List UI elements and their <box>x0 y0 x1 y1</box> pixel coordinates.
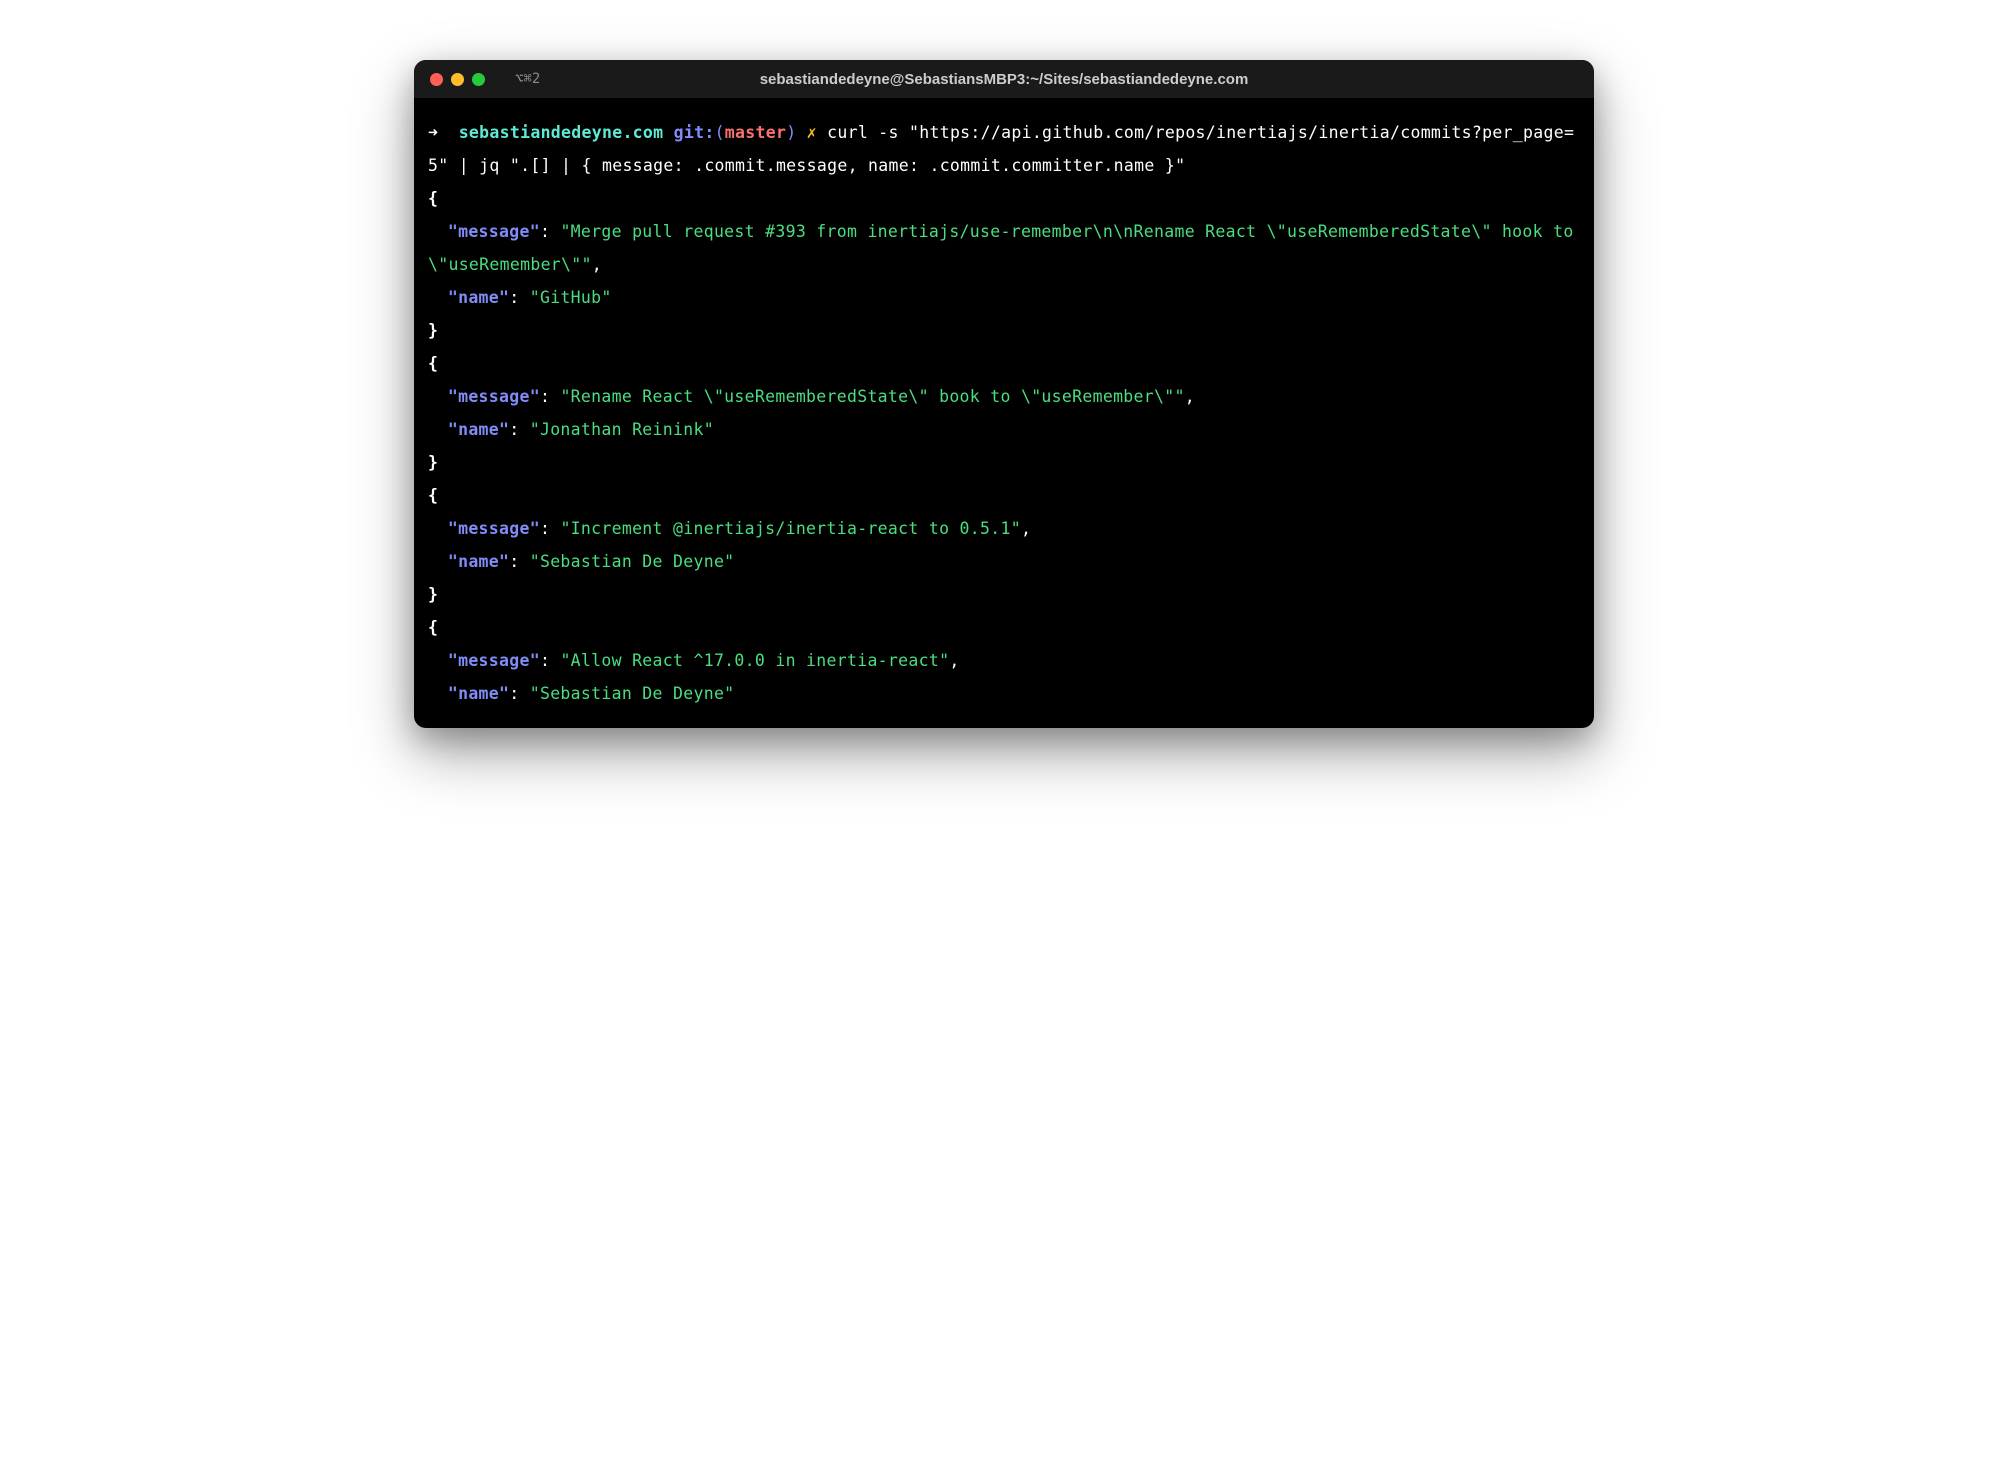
git-close-paren: ) <box>786 123 796 142</box>
json-close-brace: } <box>428 314 1580 347</box>
traffic-lights <box>430 73 485 86</box>
json-value-message: "Increment @inertiajs/inertia-react to 0… <box>560 519 1021 538</box>
tab-indicator: ⌥⌘2 <box>515 71 540 87</box>
json-value-name: "GitHub" <box>530 288 612 307</box>
json-value-name: "Sebastian De Deyne" <box>530 684 735 703</box>
json-name-line: "name": "GitHub" <box>428 281 1580 314</box>
json-output: {"message": "Merge pull request #393 fro… <box>428 182 1580 710</box>
json-name-line: "name": "Sebastian De Deyne" <box>428 677 1580 710</box>
prompt-arrow: ➜ <box>428 123 438 142</box>
json-key: "name" <box>448 420 509 439</box>
json-key: "message" <box>448 519 540 538</box>
json-key: "message" <box>448 651 540 670</box>
git-open-paren: ( <box>715 123 725 142</box>
json-key: "message" <box>448 222 540 241</box>
titlebar: ⌥⌘2 sebastiandedeyne@SebastiansMBP3:~/Si… <box>414 60 1594 98</box>
json-open-brace: { <box>428 347 1580 380</box>
terminal-window: ⌥⌘2 sebastiandedeyne@SebastiansMBP3:~/Si… <box>414 60 1594 728</box>
json-name-line: "name": "Jonathan Reinink" <box>428 413 1580 446</box>
json-open-brace: { <box>428 611 1580 644</box>
json-value-message: "Allow React ^17.0.0 in inertia-react" <box>560 651 949 670</box>
json-value-message: "Rename React \"useRememberedState\" boo… <box>560 387 1184 406</box>
json-message-line: "message": "Merge pull request #393 from… <box>428 215 1580 281</box>
json-close-brace: } <box>428 578 1580 611</box>
json-open-brace: { <box>428 479 1580 512</box>
prompt-line: ➜ sebastiandedeyne.com git:(master) ✗ cu… <box>428 116 1580 182</box>
json-message-line: "message": "Rename React \"useRemembered… <box>428 380 1580 413</box>
terminal-body[interactable]: ➜ sebastiandedeyne.com git:(master) ✗ cu… <box>414 98 1594 728</box>
prompt-cwd: sebastiandedeyne.com <box>459 123 664 142</box>
window-title: sebastiandedeyne@SebastiansMBP3:~/Sites/… <box>760 71 1249 88</box>
git-label: git: <box>674 123 715 142</box>
json-value-name: "Jonathan Reinink" <box>530 420 714 439</box>
json-message-line: "message": "Allow React ^17.0.0 in inert… <box>428 644 1580 677</box>
json-message-line: "message": "Increment @inertiajs/inertia… <box>428 512 1580 545</box>
json-key: "name" <box>448 684 509 703</box>
maximize-button[interactable] <box>472 73 485 86</box>
json-key: "name" <box>448 552 509 571</box>
minimize-button[interactable] <box>451 73 464 86</box>
json-open-brace: { <box>428 182 1580 215</box>
git-branch: master <box>725 123 786 142</box>
json-close-brace: } <box>428 446 1580 479</box>
json-key: "message" <box>448 387 540 406</box>
json-value-name: "Sebastian De Deyne" <box>530 552 735 571</box>
close-button[interactable] <box>430 73 443 86</box>
json-name-line: "name": "Sebastian De Deyne" <box>428 545 1580 578</box>
prompt-dirty-indicator: ✗ <box>807 123 817 142</box>
json-key: "name" <box>448 288 509 307</box>
